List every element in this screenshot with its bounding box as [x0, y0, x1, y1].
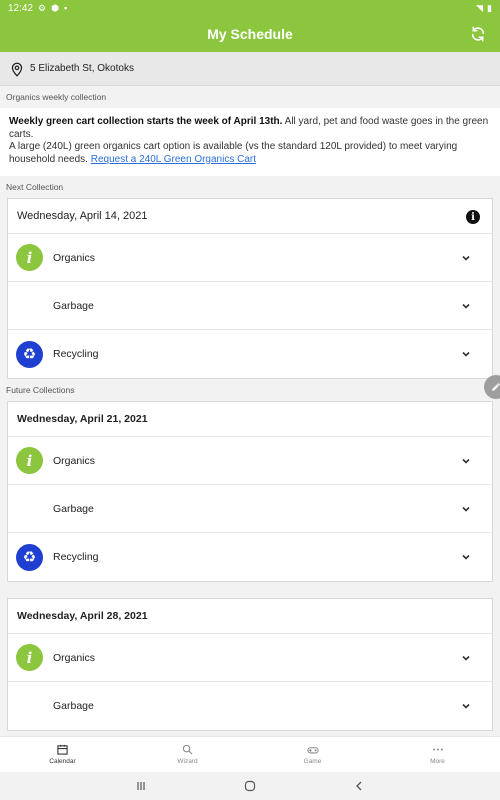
chevron-down-icon [462, 506, 470, 512]
garbage-icon [16, 495, 43, 522]
recycling-icon: ♻ [16, 340, 43, 368]
collection-date-header: Wednesday, April 28, 2021 [8, 599, 492, 634]
next-collection-card: Wednesday, April 14, 2021 i i Organics G… [7, 198, 493, 379]
refresh-icon [471, 26, 485, 42]
collection-item-label: Garbage [53, 700, 94, 712]
collection-date-header: Wednesday, April 14, 2021 i [8, 199, 492, 234]
collection-item-label: Recycling [53, 551, 99, 563]
collection-row-organics[interactable]: i Organics [8, 437, 492, 485]
back-button[interactable] [352, 779, 366, 793]
sim-status-icon: ▪ [63, 3, 68, 13]
chevron-down-icon [462, 703, 470, 709]
chevron-down-icon [462, 554, 470, 560]
collection-row-garbage[interactable]: Garbage [8, 682, 492, 730]
nav-game[interactable]: Game [250, 737, 375, 772]
collection-row-organics[interactable]: i Organics [8, 234, 492, 282]
recents-icon [137, 782, 145, 790]
refresh-button[interactable] [468, 24, 488, 44]
notice-headline: Weekly green cart collection starts the … [9, 116, 283, 127]
collection-item-label: Recycling [53, 348, 99, 360]
request-cart-link[interactable]: Request a 240L Green Organics Cart [91, 154, 256, 165]
collection-item-label: Garbage [53, 299, 94, 312]
chevron-down-icon [462, 303, 470, 309]
page-title: My Schedule [207, 26, 293, 42]
nav-label: Wizard [177, 758, 198, 765]
recents-button[interactable] [134, 779, 148, 793]
next-collection-label: Next Collection [6, 182, 64, 192]
collection-date-header: Wednesday, April 21, 2021 [8, 402, 492, 437]
organics-notice: Weekly green cart collection starts the … [0, 108, 500, 176]
collection-item-label: Garbage [53, 502, 94, 515]
app-bar: My Schedule [0, 16, 500, 52]
collection-item-label: Organics [53, 251, 96, 264]
collection-row-recycling[interactable]: ♻ Recycling [8, 533, 492, 581]
notice-section-label: Organics weekly collection [6, 92, 107, 102]
search-icon [182, 744, 193, 755]
bottom-nav: Calendar Wizard Game More [0, 736, 500, 772]
nav-more[interactable]: More [375, 737, 500, 772]
address-bar[interactable]: 5 Elizabeth St, Okotoks [0, 52, 500, 86]
nav-calendar[interactable]: Calendar [0, 737, 125, 772]
collection-date: Wednesday, April 21, 2021 [17, 413, 148, 425]
collection-date: Wednesday, April 28, 2021 [17, 610, 148, 622]
address-text: 5 Elizabeth St, Okotoks [30, 63, 134, 74]
chevron-down-icon [462, 351, 470, 357]
chevron-down-icon [462, 655, 470, 661]
organics-icon: i [16, 244, 43, 271]
nav-label: Game [303, 758, 322, 765]
garbage-icon [16, 693, 43, 720]
organics-icon: i [16, 447, 43, 474]
status-time: 12:42 [8, 2, 34, 14]
collection-row-garbage[interactable]: Garbage [8, 485, 492, 533]
future-collection-card: Wednesday, April 28, 2021 i Organics Gar… [7, 598, 493, 731]
future-collections-label: Future Collections [6, 385, 75, 395]
info-icon[interactable]: i [466, 210, 480, 224]
garbage-icon [16, 292, 43, 319]
pencil-icon [492, 383, 500, 391]
schedule-list[interactable]: Organics weekly collection Weekly green … [0, 86, 500, 736]
recycling-icon: ♻ [16, 543, 43, 571]
chevron-down-icon [462, 255, 470, 261]
collection-item-label: Organics [53, 454, 96, 467]
nav-label: Calendar [49, 758, 76, 765]
calendar-icon [57, 744, 68, 755]
back-icon [356, 781, 362, 791]
wifi-icon: ◥ [476, 2, 484, 13]
home-button[interactable] [243, 779, 257, 793]
battery-icon: ▮ [487, 2, 492, 13]
settings-status-icon: ⚙ [38, 2, 47, 13]
organics-icon: i [16, 644, 43, 671]
nav-wizard[interactable]: Wizard [125, 737, 250, 772]
collection-item-label: Organics [53, 651, 96, 664]
chevron-down-icon [462, 458, 470, 464]
more-icon [432, 748, 443, 751]
location-pin-icon [11, 62, 23, 77]
collection-row-organics[interactable]: i Organics [8, 634, 492, 682]
future-collection-card: Wednesday, April 21, 2021 i Organics Gar… [7, 401, 493, 582]
system-nav-bar [0, 772, 500, 800]
collection-row-garbage[interactable]: Garbage [8, 282, 492, 330]
home-icon [244, 780, 256, 792]
nav-label: More [430, 758, 445, 765]
status-bar: 12:42 ⚙ ⬢ ▪ ◥ ▮ [0, 0, 500, 16]
notification-status-icon: ⬢ [51, 2, 59, 13]
game-icon [306, 747, 319, 754]
collection-date: Wednesday, April 14, 2021 [17, 210, 148, 222]
collection-row-recycling[interactable]: ♻ Recycling [8, 330, 492, 378]
